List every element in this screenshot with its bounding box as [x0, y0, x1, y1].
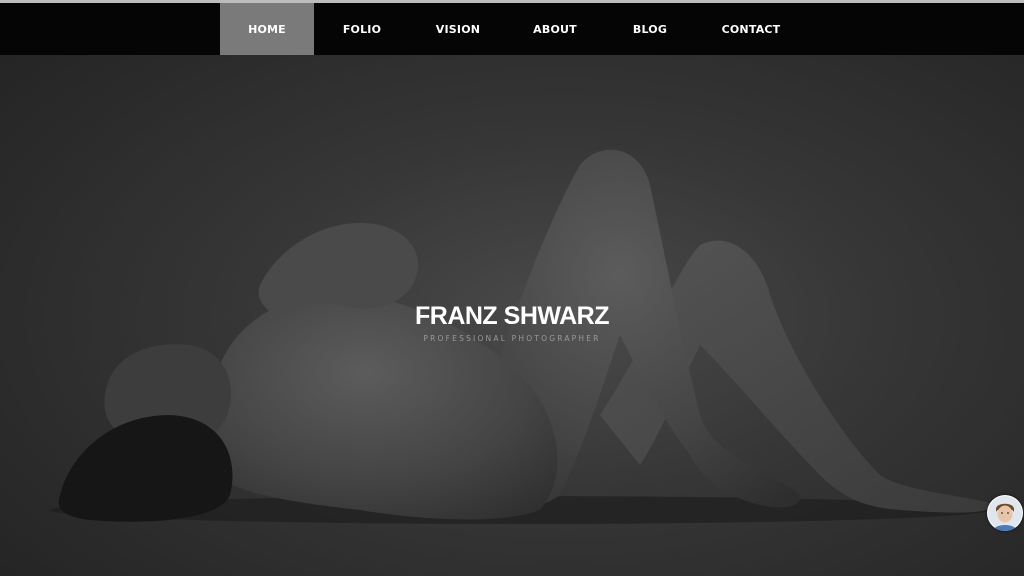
nav-item-about[interactable]: ABOUT [506, 3, 604, 55]
photographer-name: FRANZ SHWARZ [415, 302, 609, 330]
avatar-face-icon [988, 496, 1022, 531]
nav-item-contact[interactable]: CONTACT [696, 3, 806, 55]
nav-item-home[interactable]: HOME [220, 3, 314, 55]
user-avatar-icon[interactable] [987, 495, 1023, 531]
nav-item-folio[interactable]: FOLIO [314, 3, 410, 55]
nav-item-vision[interactable]: VISION [410, 3, 506, 55]
main-navigation: HOME FOLIO VISION ABOUT BLOG CONTACT [0, 3, 1024, 55]
hero-branding: FRANZ SHWARZ PROFESSIONAL PHOTOGRAPHER [380, 300, 644, 343]
nav-list: HOME FOLIO VISION ABOUT BLOG CONTACT [220, 3, 806, 55]
nav-item-blog[interactable]: BLOG [604, 3, 696, 55]
page: HOME FOLIO VISION ABOUT BLOG CONTACT FRA… [0, 0, 1024, 576]
photographer-tagline: PROFESSIONAL PHOTOGRAPHER [423, 334, 601, 343]
